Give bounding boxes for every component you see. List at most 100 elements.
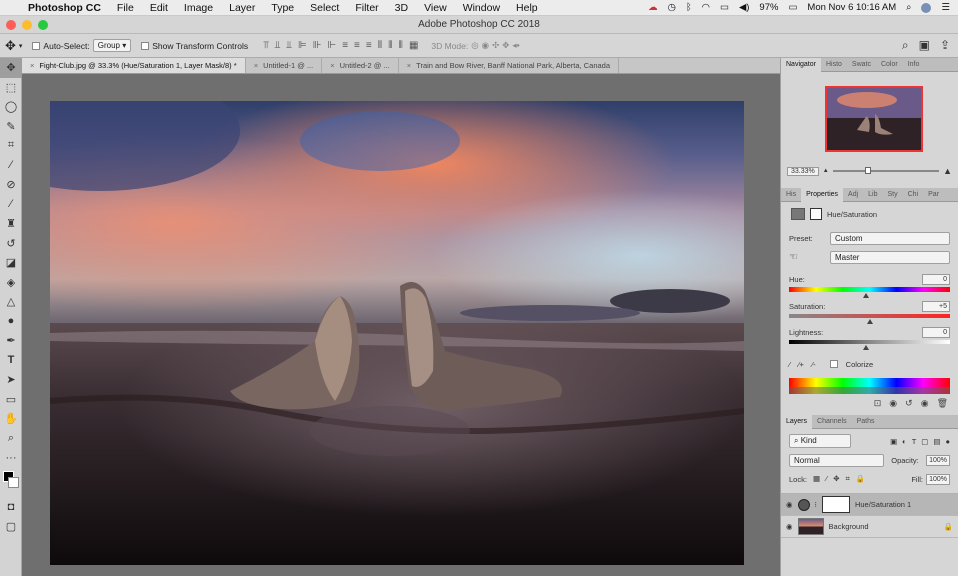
close-window-button[interactable] <box>6 20 16 30</box>
distribute-vcenter-icon[interactable]: ≡ <box>354 40 360 51</box>
menu-app[interactable]: Photoshop CC <box>22 2 109 14</box>
marquee-tool-button[interactable]: ⬚ <box>0 78 22 98</box>
trash-icon[interactable]: 🗑 <box>937 398 948 409</box>
clip-to-layer-icon[interactable]: ⊡ <box>874 398 882 409</box>
tab-properties[interactable]: Properties <box>801 187 844 202</box>
auto-select-option[interactable]: Auto-Select: Group ▾ <box>27 39 136 52</box>
zoom-slider-knob[interactable] <box>864 167 871 174</box>
lasso-tool-button[interactable]: ◯ <box>0 97 22 117</box>
visibility-eye-icon[interactable]: ◉ <box>786 522 793 531</box>
lock-transparent-icon[interactable]: ▦ <box>813 474 820 484</box>
tab-history[interactable]: His <box>781 191 801 198</box>
screen-mode-button[interactable]: ▢ <box>0 517 22 537</box>
wifi-icon[interactable]: ◠ <box>702 2 710 13</box>
menu-select[interactable]: Select <box>302 2 347 14</box>
tab-character[interactable]: Chi <box>903 191 924 198</box>
saturation-slider-track[interactable] <box>789 314 950 318</box>
hand-tool-button[interactable]: ✋ <box>0 409 22 429</box>
time-machine-icon[interactable]: ◷ <box>668 2 676 13</box>
tab-styles[interactable]: Sty <box>883 191 903 198</box>
close-tab-icon[interactable]: × <box>30 61 34 70</box>
creative-cloud-icon[interactable]: ☁ <box>648 2 658 13</box>
document-canvas[interactable] <box>50 101 744 565</box>
layer-filter-dropdown[interactable]: ⌕ Kind <box>789 434 851 448</box>
crop-tool-button[interactable]: ⌗ <box>0 136 22 156</box>
targeted-adjustment-icon[interactable]: ☜ <box>789 252 798 263</box>
tab-fight-club[interactable]: × Fight-Club.jpg @ 33.3% (Hue/Saturation … <box>22 58 246 73</box>
eyedropper-tool-button[interactable]: ⁄ <box>0 156 22 176</box>
saturation-value-field[interactable]: +5 <box>922 300 950 312</box>
channel-dropdown[interactable]: Master <box>830 250 950 264</box>
distribute-right-icon[interactable]: ⦀ <box>399 40 403 51</box>
visibility-eye-icon[interactable]: ◉ <box>786 500 793 509</box>
align-vcenter-icon[interactable]: ⫫ <box>275 40 281 51</box>
stamp-tool-button[interactable]: ♜ <box>0 214 22 234</box>
tab-untitled-2[interactable]: × Untitled-2 @ ... <box>322 58 399 73</box>
notification-center-icon[interactable]: ☰ <box>941 2 950 13</box>
tab-adjustments[interactable]: Adj <box>843 191 863 198</box>
menu-edit[interactable]: Edit <box>142 2 176 14</box>
zoom-window-button[interactable] <box>38 20 48 30</box>
tab-info[interactable]: Info <box>903 61 925 68</box>
align-left-icon[interactable]: ⊫ <box>298 40 307 51</box>
search-icon[interactable]: ⌕ <box>902 38 909 53</box>
preset-dropdown[interactable]: Custom <box>830 231 950 245</box>
menu-window[interactable]: Window <box>455 2 508 14</box>
layer-name[interactable]: Background <box>829 522 869 531</box>
tab-libraries[interactable]: Lib <box>863 191 882 198</box>
type-tool-button[interactable]: T <box>0 351 22 371</box>
minimize-window-button[interactable] <box>22 20 32 30</box>
3d-slide-icon[interactable]: ✥ <box>502 40 509 51</box>
eyedropper-icon[interactable]: ⁄ <box>789 360 790 369</box>
user-avatar-icon[interactable] <box>921 2 932 13</box>
close-tab-icon[interactable]: × <box>407 61 411 70</box>
more-tools-button[interactable]: ··· <box>0 448 22 468</box>
quick-mask-button[interactable]: ◘ <box>0 498 22 518</box>
reset-icon[interactable]: ↺ <box>905 398 913 409</box>
filter-smart-object-icon[interactable]: ▤ <box>933 437 940 446</box>
tab-histogram[interactable]: Histo <box>821 61 847 68</box>
filter-pixel-icon[interactable]: ▣ <box>890 437 897 446</box>
hue-slider-track[interactable] <box>789 287 950 292</box>
tab-layers[interactable]: Layers <box>781 414 813 429</box>
background-thumbnail[interactable] <box>797 518 824 535</box>
tab-navigator[interactable]: Navigator <box>781 57 821 72</box>
lightness-slider-thumb[interactable] <box>863 345 869 350</box>
close-tab-icon[interactable]: × <box>254 61 258 70</box>
share-icon[interactable]: ⇪ <box>940 38 950 53</box>
menu-type[interactable]: Type <box>263 2 302 14</box>
tab-swatches[interactable]: Swatc <box>847 61 876 68</box>
color-swatches[interactable] <box>0 468 22 498</box>
workspace-switcher-icon[interactable]: ▣ <box>919 38 930 53</box>
volume-icon[interactable]: ◀) <box>739 2 749 13</box>
align-bottom-icon[interactable]: ⫫ <box>286 40 292 51</box>
tool-preset-picker[interactable]: ✥ ▾ <box>0 38 27 54</box>
hue-saturation-adjustment-icon[interactable] <box>791 208 805 220</box>
distribute-left-icon[interactable]: ⦀ <box>378 40 382 51</box>
zoom-tool-button[interactable]: ⌕ <box>0 429 22 449</box>
navigator-thumbnail[interactable] <box>825 86 923 152</box>
tab-paths[interactable]: Paths <box>852 418 880 425</box>
blur-tool-button[interactable]: △ <box>0 292 22 312</box>
menu-image[interactable]: Image <box>176 2 221 14</box>
distribute-bottom-icon[interactable]: ≡ <box>366 40 372 51</box>
align-right-icon[interactable]: ⊩ <box>327 40 336 51</box>
menu-file[interactable]: File <box>109 2 142 14</box>
filter-adjustment-icon[interactable]: ◐ <box>902 437 907 446</box>
eraser-tool-button[interactable]: ◪ <box>0 253 22 273</box>
lightness-slider-track[interactable] <box>789 340 950 344</box>
zoom-percent-field[interactable]: 33.33% <box>787 166 819 176</box>
shape-tool-button[interactable]: ▭ <box>0 390 22 410</box>
zoom-out-icon[interactable]: ▲ <box>823 168 829 174</box>
menubar-clock[interactable]: Mon Nov 6 10:16 AM <box>807 2 896 13</box>
show-transform-option[interactable]: Show Transform Controls <box>136 41 253 51</box>
lock-all-icon[interactable]: 🔒 <box>856 474 865 484</box>
colorize-checkbox[interactable] <box>829 360 838 368</box>
auto-align-icon[interactable]: ▦ <box>409 40 418 51</box>
lock-image-icon[interactable]: ⁄ <box>826 474 827 484</box>
path-select-tool-button[interactable]: ➤ <box>0 370 22 390</box>
menu-layer[interactable]: Layer <box>221 2 263 14</box>
menu-view[interactable]: View <box>416 2 455 14</box>
show-transform-checkbox[interactable] <box>141 41 150 50</box>
lightness-value-field[interactable]: 0 <box>922 326 950 338</box>
